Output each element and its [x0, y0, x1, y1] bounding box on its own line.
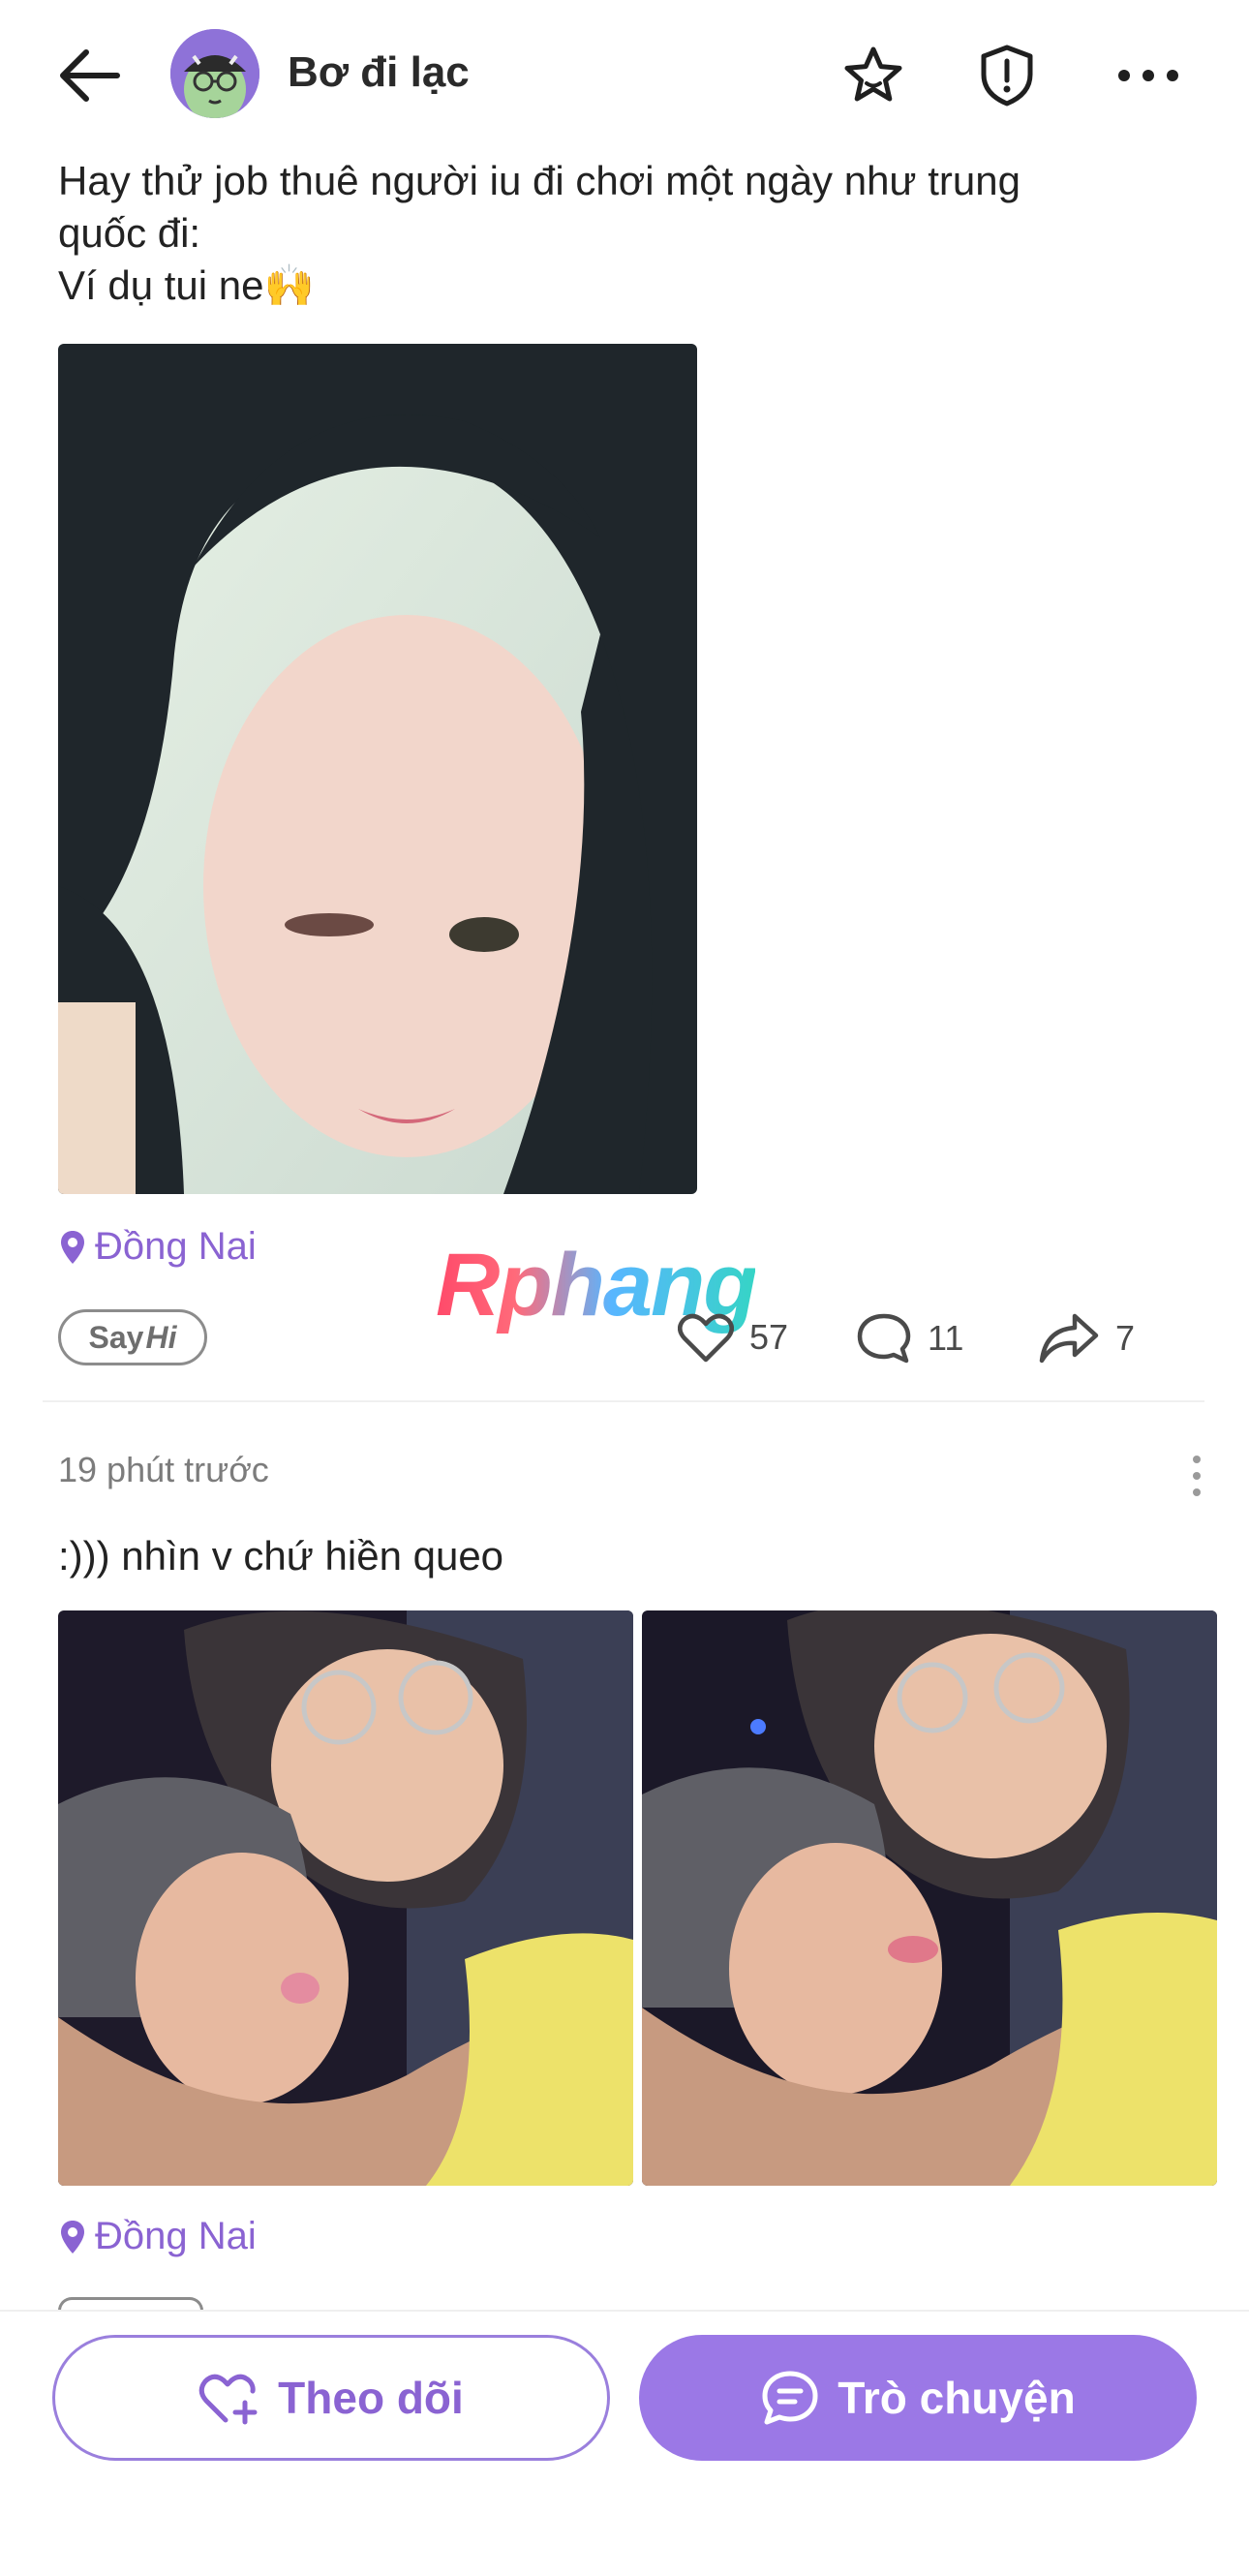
- selfie-photo: [58, 1610, 633, 2186]
- username[interactable]: Bơ đi lạc: [288, 48, 470, 97]
- chat-label: Trò chuyện: [838, 2373, 1076, 2423]
- more-dots-icon: [1118, 70, 1178, 81]
- post-text-line: Hay thử job thuê người iu đi chơi một ng…: [58, 158, 1021, 203]
- selfie-photo: [642, 1610, 1217, 2186]
- sayhi-hi: Hi: [145, 1319, 177, 1355]
- follow-button[interactable]: Theo dõi: [52, 2335, 610, 2461]
- dot: [1193, 1472, 1201, 1480]
- location-pin-icon: [61, 2220, 84, 2254]
- like-button[interactable]: 57: [678, 1312, 788, 1363]
- like-count: 57: [749, 1317, 789, 1357]
- avatar-illustration: [170, 29, 259, 118]
- back-arrow-icon: [60, 49, 120, 102]
- post-divider: [43, 1400, 1204, 1402]
- share-count: 7: [1115, 1318, 1136, 1358]
- post-location[interactable]: Đồng Nai: [60, 1225, 257, 1269]
- avatar[interactable]: [170, 29, 259, 118]
- profile-post-page: Bơ đi lạc Hay thử job thuê người iu đi c…: [0, 0, 1249, 2576]
- location-label: Đồng Nai: [95, 1225, 257, 1268]
- star-icon: [844, 46, 902, 102]
- location-label: Đồng Nai: [95, 2215, 257, 2257]
- favorite-button[interactable]: [835, 37, 912, 114]
- comment-bubble-icon: [857, 1313, 911, 1364]
- bottom-action-bar: Theo dõi Trò chuyện: [0, 2310, 1249, 2576]
- selfie-photo: [58, 344, 697, 1194]
- post-photo[interactable]: [642, 1610, 1217, 2186]
- share-button[interactable]: 7: [1038, 1312, 1135, 1365]
- heart-plus-icon: [198, 2374, 258, 2425]
- top-bar: Bơ đi lạc: [0, 0, 1249, 145]
- post-text-line: quốc đi:: [58, 210, 201, 256]
- sayhi-button-partial[interactable]: [58, 2297, 203, 2311]
- sayhi-button[interactable]: Say Hi: [58, 1309, 207, 1365]
- more-options-button[interactable]: [1110, 37, 1187, 114]
- post-photo[interactable]: [58, 1610, 633, 2186]
- chat-button[interactable]: Trò chuyện: [639, 2335, 1197, 2461]
- post-text: :))) nhìn v chứ hiền queo: [58, 1533, 504, 1579]
- post-timestamp: 19 phút trước: [58, 1450, 269, 1489]
- sayhi-say: Say: [88, 1319, 144, 1355]
- chat-bubble-icon: [762, 2371, 818, 2425]
- post-location[interactable]: Đồng Nai: [60, 2215, 257, 2258]
- post-text-line: Ví dụ tui ne🙌: [58, 262, 315, 308]
- report-button[interactable]: [968, 37, 1046, 114]
- share-arrow-icon: [1039, 1313, 1099, 1364]
- follow-label: Theo dõi: [278, 2373, 464, 2423]
- dot: [1193, 1488, 1201, 1496]
- heart-icon: [678, 1313, 734, 1363]
- post-photo[interactable]: [58, 344, 697, 1194]
- location-pin-icon: [61, 1230, 84, 1264]
- shield-alert-icon: [981, 45, 1033, 107]
- comment-count: 11: [928, 1318, 964, 1358]
- post-more-button[interactable]: [1191, 1456, 1203, 1496]
- comment-button[interactable]: 11: [856, 1312, 963, 1365]
- back-button[interactable]: [50, 37, 128, 114]
- dot: [1193, 1456, 1201, 1463]
